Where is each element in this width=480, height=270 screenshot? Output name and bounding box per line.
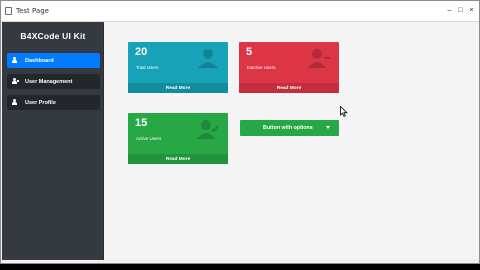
options-dropdown-button[interactable]: Button with options — [240, 120, 339, 136]
window-title: Test Page — [16, 7, 49, 15]
users-icon — [12, 78, 19, 85]
card-label: Inactive Users — [247, 65, 276, 70]
sidebar-item-user-profile[interactable]: User Profile — [7, 95, 100, 110]
user-icon — [198, 49, 218, 68]
user-minus-icon — [308, 49, 330, 68]
inactive-users-card: 5 Inactive Users Read More — [239, 42, 339, 93]
client-area: B4XCode UI Kit Dashboard User Management… — [1, 21, 479, 260]
caret-down-icon — [326, 126, 330, 129]
brand-title: B4XCode UI Kit — [20, 31, 86, 41]
read-more-link[interactable]: Read More — [128, 83, 228, 93]
user-icon — [12, 99, 19, 106]
title-bar[interactable]: Test Page – □ × — [1, 1, 479, 21]
sidebar-item-label: Dashboard — [25, 57, 54, 64]
card-label: Total Users — [136, 65, 159, 70]
window-controls: – □ × — [446, 7, 475, 14]
card-count: 20 — [135, 46, 148, 58]
read-more-link[interactable]: Read More — [239, 83, 339, 93]
active-users-card: 15 Active Users Read More — [128, 113, 228, 164]
bottom-edge — [0, 264, 480, 270]
user-icon — [12, 57, 19, 64]
mouse-cursor-icon — [340, 106, 348, 117]
sidebar-nav: Dashboard User Management User Profile — [7, 53, 100, 110]
app-icon — [5, 7, 12, 15]
card-label: Active Users — [136, 136, 162, 141]
dropdown-label: Button with options — [263, 125, 313, 131]
total-users-card: 20 Total Users Read More — [128, 42, 228, 93]
app-window: Test Page – □ × B4XCode UI Kit Dashboard… — [0, 0, 480, 264]
sidebar-item-label: User Management — [25, 78, 73, 85]
sidebar-item-label: User Profile — [25, 99, 56, 106]
minimize-icon[interactable]: – — [446, 7, 453, 14]
user-check-icon — [197, 120, 219, 139]
close-icon[interactable]: × — [468, 7, 475, 14]
sidebar-item-user-management[interactable]: User Management — [7, 74, 100, 89]
sidebar: B4XCode UI Kit Dashboard User Management… — [2, 22, 104, 260]
card-count: 5 — [246, 46, 253, 58]
sidebar-item-dashboard[interactable]: Dashboard — [7, 53, 100, 68]
read-more-link[interactable]: Read More — [128, 154, 228, 164]
maximize-icon[interactable]: □ — [457, 7, 464, 14]
card-count: 15 — [135, 117, 148, 129]
